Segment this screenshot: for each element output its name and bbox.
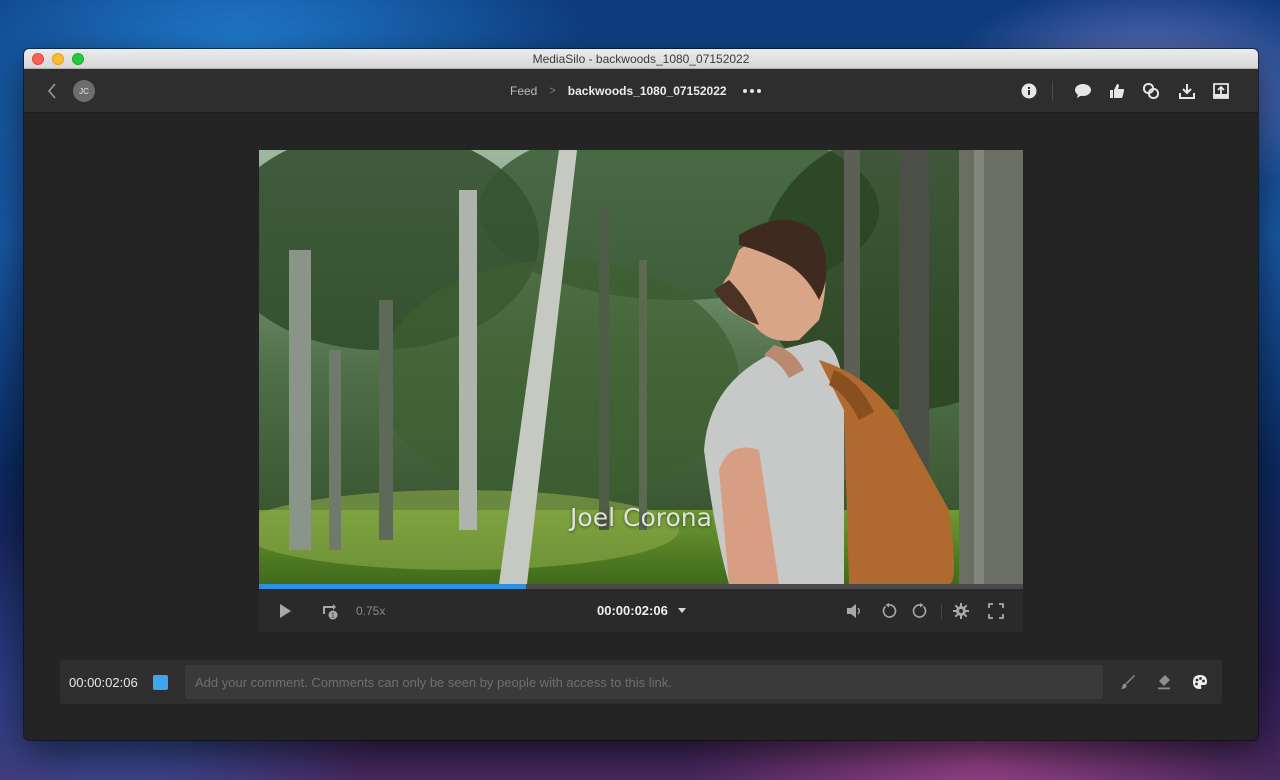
settings-button[interactable] bbox=[950, 600, 972, 622]
loop-icon: 1 bbox=[323, 604, 338, 620]
upload-version-button[interactable] bbox=[1211, 81, 1231, 101]
video-caption: Joel Corona bbox=[570, 503, 712, 532]
zoom-window-button[interactable] bbox=[72, 53, 84, 65]
title-bar: MediaSilo - backwoods_1080_07152022 bbox=[24, 49, 1258, 69]
thumbs-up-icon bbox=[1110, 84, 1125, 98]
download-button[interactable] bbox=[1177, 81, 1197, 101]
upload-icon bbox=[1213, 83, 1229, 99]
rewind-button[interactable] bbox=[878, 600, 900, 622]
comments-icon bbox=[1075, 84, 1091, 98]
window-title: MediaSilo - backwoods_1080_07152022 bbox=[532, 51, 750, 66]
volume-button[interactable] bbox=[843, 600, 865, 622]
annotation-color-swatch[interactable] bbox=[153, 675, 168, 690]
svg-text:1: 1 bbox=[331, 613, 335, 620]
fullscreen-icon bbox=[988, 603, 1004, 619]
window-controls bbox=[32, 53, 84, 65]
color-palette-button[interactable] bbox=[1189, 671, 1211, 693]
play-button[interactable] bbox=[274, 600, 296, 622]
close-window-button[interactable] bbox=[32, 53, 44, 65]
controls-divider bbox=[941, 603, 942, 619]
info-button[interactable] bbox=[1019, 81, 1039, 101]
approve-button[interactable] bbox=[1107, 81, 1127, 101]
palette-icon bbox=[1193, 675, 1207, 689]
minimize-window-button[interactable] bbox=[52, 53, 64, 65]
player-controls: 1 0.75x 00:00:02:06 bbox=[259, 589, 1023, 632]
erase-tool-button[interactable] bbox=[1153, 671, 1175, 693]
volume-icon bbox=[847, 604, 860, 618]
draw-tool-button[interactable] bbox=[1117, 671, 1139, 693]
info-icon bbox=[1021, 83, 1037, 99]
timecode-dropdown-icon[interactable] bbox=[678, 608, 686, 613]
fullscreen-button[interactable] bbox=[985, 600, 1007, 622]
video-player: Joel Corona 1 0.75x 00:00:02:06 bbox=[259, 150, 1023, 632]
rewind-icon bbox=[882, 603, 897, 618]
comments-button[interactable] bbox=[1073, 81, 1093, 101]
app-window: MediaSilo - backwoods_1080_07152022 JC F… bbox=[24, 49, 1258, 740]
download-icon bbox=[1179, 84, 1195, 99]
loop-frame-button[interactable]: 1 bbox=[319, 600, 341, 622]
video-frame[interactable]: Joel Corona bbox=[259, 150, 1023, 584]
forward-icon bbox=[912, 603, 927, 618]
header-actions bbox=[24, 69, 1258, 113]
gear-icon bbox=[953, 603, 969, 619]
comment-input[interactable] bbox=[185, 665, 1103, 699]
eraser-icon bbox=[1158, 675, 1170, 690]
timecode-display[interactable]: 00:00:02:06 bbox=[597, 603, 668, 618]
app-header: JC Feed > backwoods_1080_07152022 bbox=[24, 69, 1258, 113]
comment-bar: 00:00:02:06 bbox=[60, 660, 1222, 704]
brush-icon bbox=[1121, 675, 1135, 689]
comment-timecode[interactable]: 00:00:02:06 bbox=[69, 675, 138, 690]
link-icon bbox=[1143, 83, 1159, 99]
play-icon bbox=[280, 604, 291, 618]
share-link-button[interactable] bbox=[1141, 81, 1161, 101]
playback-speed[interactable]: 0.75x bbox=[356, 604, 385, 618]
forward-button[interactable] bbox=[909, 600, 931, 622]
header-divider bbox=[1052, 81, 1053, 101]
